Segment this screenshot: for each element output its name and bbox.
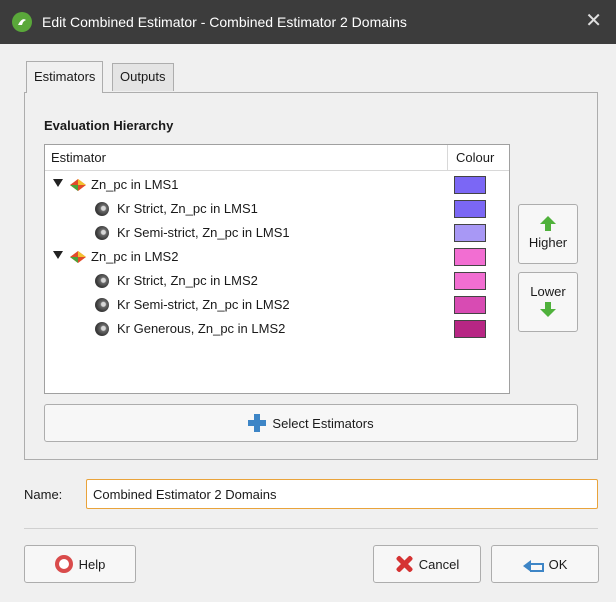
estimator-tree[interactable]: Estimator Colour Zn_pc in LMS1 Kr Strict… [44,144,510,394]
cancel-button[interactable]: Cancel [373,545,481,583]
expand-triangle-icon[interactable] [53,251,63,259]
tree-row-label: Kr Strict, Zn_pc in LMS2 [117,273,258,288]
estimator-icon [95,274,109,288]
colour-swatch[interactable] [454,248,486,266]
tab-outputs[interactable]: Outputs [112,63,174,91]
close-icon[interactable]: ✕ [585,10,602,32]
green-up-arrow-icon [519,216,577,231]
name-label: Name: [24,487,63,502]
expand-triangle-icon[interactable] [53,179,63,187]
tree-row-domain-lms2[interactable]: Zn_pc in LMS2 [45,245,509,269]
tree-row-estimator[interactable]: Kr Semi-strict, Zn_pc in LMS2 [45,293,509,317]
domain-icon [70,251,86,263]
tree-row-label: Kr Generous, Zn_pc in LMS2 [117,321,286,336]
tree-row-estimator[interactable]: Kr Generous, Zn_pc in LMS2 [45,317,509,341]
lower-label: Lower [530,284,566,299]
title-bar: Edit Combined Estimator - Combined Estim… [0,0,616,44]
colour-swatch[interactable] [454,320,486,338]
lifebuoy-icon [54,555,73,573]
tree-row-estimator[interactable]: Kr Strict, Zn_pc in LMS1 [45,197,509,221]
tree-row-label: Zn_pc in LMS1 [91,177,179,192]
ok-label: OK [548,556,568,572]
tree-row-estimator[interactable]: Kr Strict, Zn_pc in LMS2 [45,269,509,293]
colour-swatch[interactable] [454,272,486,290]
estimator-icon [95,202,109,216]
section-title-text: Evaluation Hierarchy [44,118,174,133]
evaluation-hierarchy-title: Evaluation Hierarchy [44,118,173,133]
tree-row-domain-lms1[interactable]: Zn_pc in LMS1 [45,173,509,197]
help-button[interactable]: Help [24,545,136,583]
tree-row-label: Zn_pc in LMS2 [91,249,179,264]
colour-swatch[interactable] [454,296,486,314]
select-estimators-button[interactable]: Select Estimators [44,404,578,442]
name-input[interactable] [86,479,598,509]
help-label: Help [78,556,106,572]
higher-button[interactable]: Higher [518,204,578,264]
separator [24,528,598,529]
app-logo-icon [12,12,32,32]
plus-icon [248,414,267,432]
colour-swatch[interactable] [454,176,486,194]
red-x-icon [395,555,413,573]
estimator-icon [95,298,109,312]
tree-row-label: Kr Semi-strict, Zn_pc in LMS2 [117,297,290,312]
window-title: Edit Combined Estimator - Combined Estim… [42,14,407,30]
ok-button[interactable]: OK [491,545,599,583]
green-down-arrow-icon [519,302,577,317]
tree-row-estimator[interactable]: Kr Semi-strict, Zn_pc in LMS1 [45,221,509,245]
estimator-icon [95,322,109,336]
domain-icon [70,179,86,191]
higher-label: Higher [528,235,568,250]
tree-row-label: Kr Strict, Zn_pc in LMS1 [117,201,258,216]
tree-header: Estimator Colour [45,145,509,171]
column-header-estimator[interactable]: Estimator [51,150,106,165]
cancel-label: Cancel [418,556,460,572]
select-estimators-label: Select Estimators [272,415,374,431]
column-header-colour[interactable]: Colour [447,145,510,171]
tab-estimators[interactable]: Estimators [26,61,104,93]
colour-swatch[interactable] [454,200,486,218]
lower-button[interactable]: Lower [518,272,578,332]
return-arrow-icon [522,556,544,572]
colour-swatch[interactable] [454,224,486,242]
estimator-icon [95,226,109,240]
tree-row-label: Kr Semi-strict, Zn_pc in LMS1 [117,225,290,240]
